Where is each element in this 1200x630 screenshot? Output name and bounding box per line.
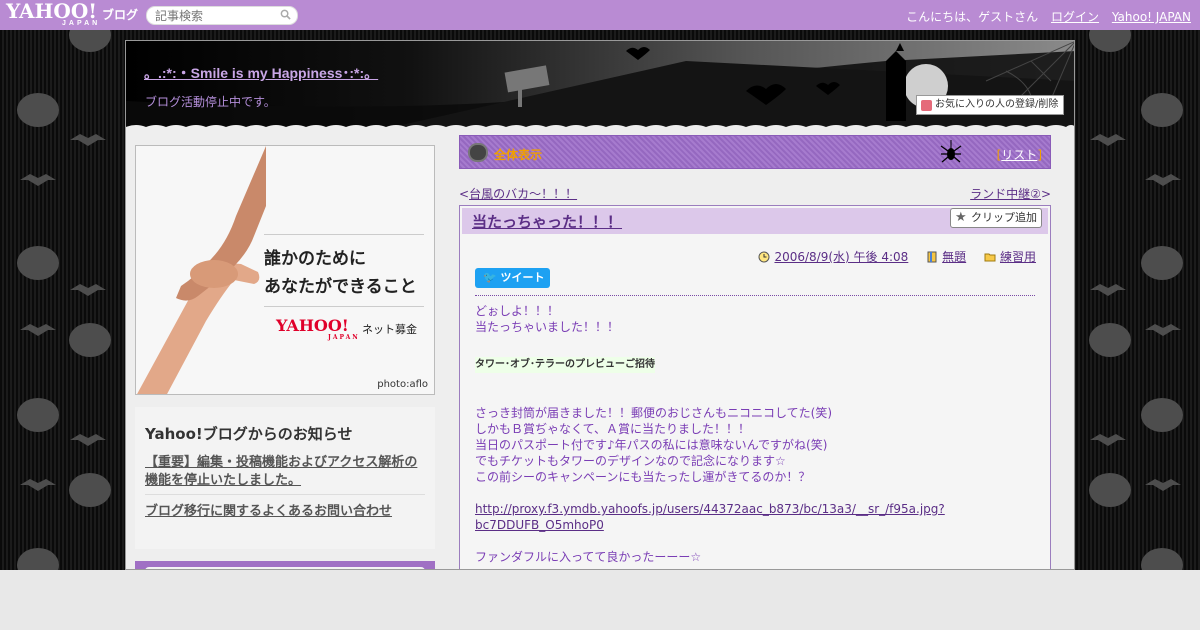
blog-title[interactable]: 。.:*:・Smile is my Happiness･:*:。 [144, 63, 378, 83]
ad-headline-1: 誰かのために [264, 249, 366, 269]
user-area: こんにちは、ゲストさん ログイン Yahoo! JAPAN [906, 8, 1200, 25]
article-image-link[interactable]: http://proxy.f3.ymdb.yahoofs.jp/users/44… [475, 502, 945, 532]
search-icon[interactable] [280, 9, 291, 20]
article-line: でもチケットもタワーのデザインなので記念になります☆ [475, 454, 786, 468]
ad-divider [264, 306, 424, 307]
prev-article: <台風のバカ～！！！ [459, 185, 577, 202]
category-label: 全体表示 [494, 148, 543, 162]
header-illustration [126, 41, 1074, 133]
ad-service-name: ネット募金 [362, 323, 417, 336]
prev-article-link[interactable]: 台風のバカ～！！！ [469, 187, 577, 201]
article-line: しかもＢ賞ぢゃなくて、Ａ賞に当たりました！！！ [475, 422, 751, 436]
notice-box: Yahoo!ブログからのお知らせ 【重要】編集・投稿機能およびアクセス解析の機能… [135, 407, 435, 549]
folder-icon [984, 253, 996, 262]
article-line [475, 335, 1035, 351]
clip-button-label: クリップ追加 [971, 211, 1037, 224]
hands-illustration [137, 146, 266, 394]
notice-heading: Yahoo!ブログからのお知らせ [145, 425, 353, 443]
theme-meta: 無題 [926, 250, 966, 264]
article-meta: 2006/8/9(水) 午後 4:08 無題 練習用 [460, 234, 1050, 268]
castle-icon [886, 51, 906, 121]
article-category-link[interactable]: 練習用 [1000, 250, 1036, 264]
article-line: 当日のパスポート付です♪年パスの私には意味ないんですがね(笑) [475, 438, 828, 452]
greeting-text: こんにちは、ゲストさん [906, 10, 1039, 24]
article-line: 当たっちゃいました！！！ [475, 320, 620, 334]
category-meta: 練習用 [984, 250, 1036, 264]
search-box[interactable] [146, 6, 298, 25]
article-line: この前シーのキャンペーンにも当たったし運がきてるのか！？ [475, 470, 811, 484]
next-article: ランド中継②> [970, 185, 1051, 202]
yahoo-japan-link[interactable]: Yahoo! JAPAN [1112, 10, 1191, 24]
article-line [475, 485, 1035, 501]
category-bar: 全体表示 [リスト] [459, 135, 1051, 169]
article-line: どぉしよ！！！ [475, 304, 560, 318]
notice-link-faq[interactable]: ブログ移行に関するよくあるお問い合わせ [145, 503, 425, 525]
notice-link-important[interactable]: 【重要】編集・投稿機能およびアクセス解析の機能を停止いたしました。 [145, 454, 425, 495]
next-article-link[interactable]: ランド中継② [970, 187, 1041, 201]
main-column: 全体表示 [リスト] <台風のバカ～！！！ ランド中継②> 当たっちゃった！！！ [459, 135, 1051, 569]
article-highlight: タワー･オブ･テラーのプレビューご招待 [475, 357, 655, 373]
blog-header: 。.:*:・Smile is my Happiness･:*:。 ブログ活動停止… [126, 41, 1074, 133]
ad-yahoo-logo: YAHOO! JAPAN [276, 316, 360, 341]
twitter-bird-icon: 🐦 [483, 271, 497, 284]
tweet-button-label: ツイート [500, 271, 545, 284]
clock-icon [758, 251, 770, 263]
top-bar: YAHOO! JAPAN ブログ こんにちは、ゲストさん ログイン Yahoo!… [0, 0, 1200, 30]
ad-photo-credit: photo:aflo [377, 379, 428, 390]
tweet-button[interactable]: 🐦 ツイート [475, 268, 550, 288]
ad-headline-2: あなたができること [264, 277, 417, 297]
article-card: 当たっちゃった！！！ ★ クリップ追加 2006/8/9(水) 午後 4:08 … [459, 205, 1051, 569]
article-title[interactable]: 当たっちゃった！！！ [472, 211, 622, 232]
bracket-close: ] [1037, 148, 1042, 162]
page-footer-area [0, 570, 1200, 630]
article-line [475, 351, 1035, 355]
prev-arrow: < [459, 187, 470, 201]
article-date-link[interactable]: 2006/8/9(水) 午後 4:08 [774, 250, 908, 264]
ad-brand-sub: JAPAN [328, 334, 360, 341]
heart-icon [921, 100, 932, 111]
blog-container: 。.:*:・Smile is my Happiness･:*:。 ブログ活動停止… [125, 40, 1075, 570]
ad-divider [264, 234, 424, 235]
ad-brand: YAHOO! [276, 316, 349, 335]
sidebar-widget [135, 561, 435, 569]
article-line: さっき封筒が届きました！！郵便のおじさんもニコニコしてた(笑) [475, 406, 833, 420]
favorite-register-button[interactable]: お気に入りの人の登録/削除 [916, 95, 1064, 115]
article-header: 当たっちゃった！！！ ★ クリップ追加 [462, 208, 1048, 234]
blog-subtitle: ブログ活動停止中です。 [145, 95, 276, 109]
date-meta: 2006/8/9(水) 午後 4:08 [758, 250, 908, 264]
article-line [475, 389, 1035, 405]
next-arrow: > [1040, 187, 1051, 201]
spider-icon [940, 140, 962, 163]
left-sidebar: 誰かのために あなたができること YAHOO! JAPAN ネット募金 phot… [135, 145, 435, 569]
favorite-button-label: お気に入りの人の登録/削除 [935, 99, 1059, 110]
yahoo-logo[interactable]: YAHOO! JAPAN [6, 1, 100, 28]
article-url-line: http://proxy.f3.ymdb.yahoofs.jp/users/44… [475, 501, 1035, 533]
star-icon: ★ [955, 210, 967, 225]
sidebar-widget-inner [145, 567, 425, 569]
login-link[interactable]: ログイン [1051, 10, 1099, 24]
pumpkin-icon [468, 143, 488, 162]
search-input[interactable] [155, 7, 275, 24]
clip-add-button[interactable]: ★ クリップ追加 [950, 208, 1042, 228]
article-line [475, 373, 1035, 389]
book-icon [927, 251, 937, 263]
list-view-toggle: [リスト] [997, 146, 1042, 163]
article-body: どぉしよ！！！ 当たっちゃいました！！！ タワー･オブ･テラーのプレビューご招待… [460, 296, 1050, 569]
article-line: ファンダフルに入ってて良かったーーー☆ [475, 550, 702, 564]
service-name[interactable]: ブログ [102, 6, 138, 23]
article-line [475, 533, 1035, 549]
list-link[interactable]: リスト [1001, 148, 1037, 162]
article-theme-link[interactable]: 無題 [942, 250, 966, 264]
article-navigation: <台風のバカ～！！！ ランド中継②> [459, 185, 1051, 203]
donation-ad-banner[interactable]: 誰かのために あなたができること YAHOO! JAPAN ネット募金 phot… [135, 145, 435, 395]
